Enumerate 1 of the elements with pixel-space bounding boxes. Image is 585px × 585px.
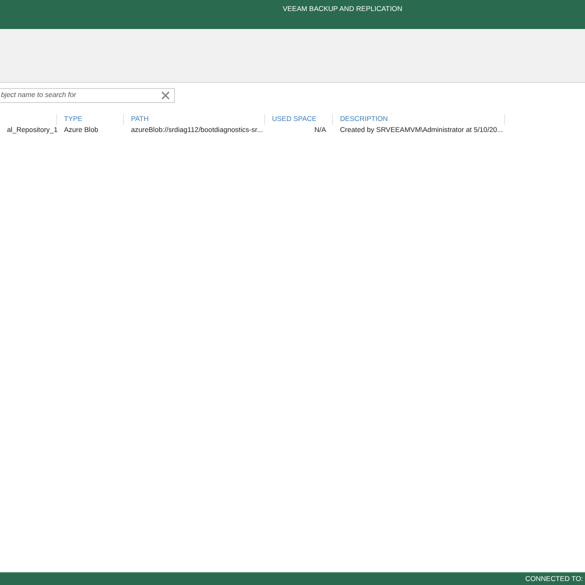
close-icon[interactable] [161, 91, 170, 100]
